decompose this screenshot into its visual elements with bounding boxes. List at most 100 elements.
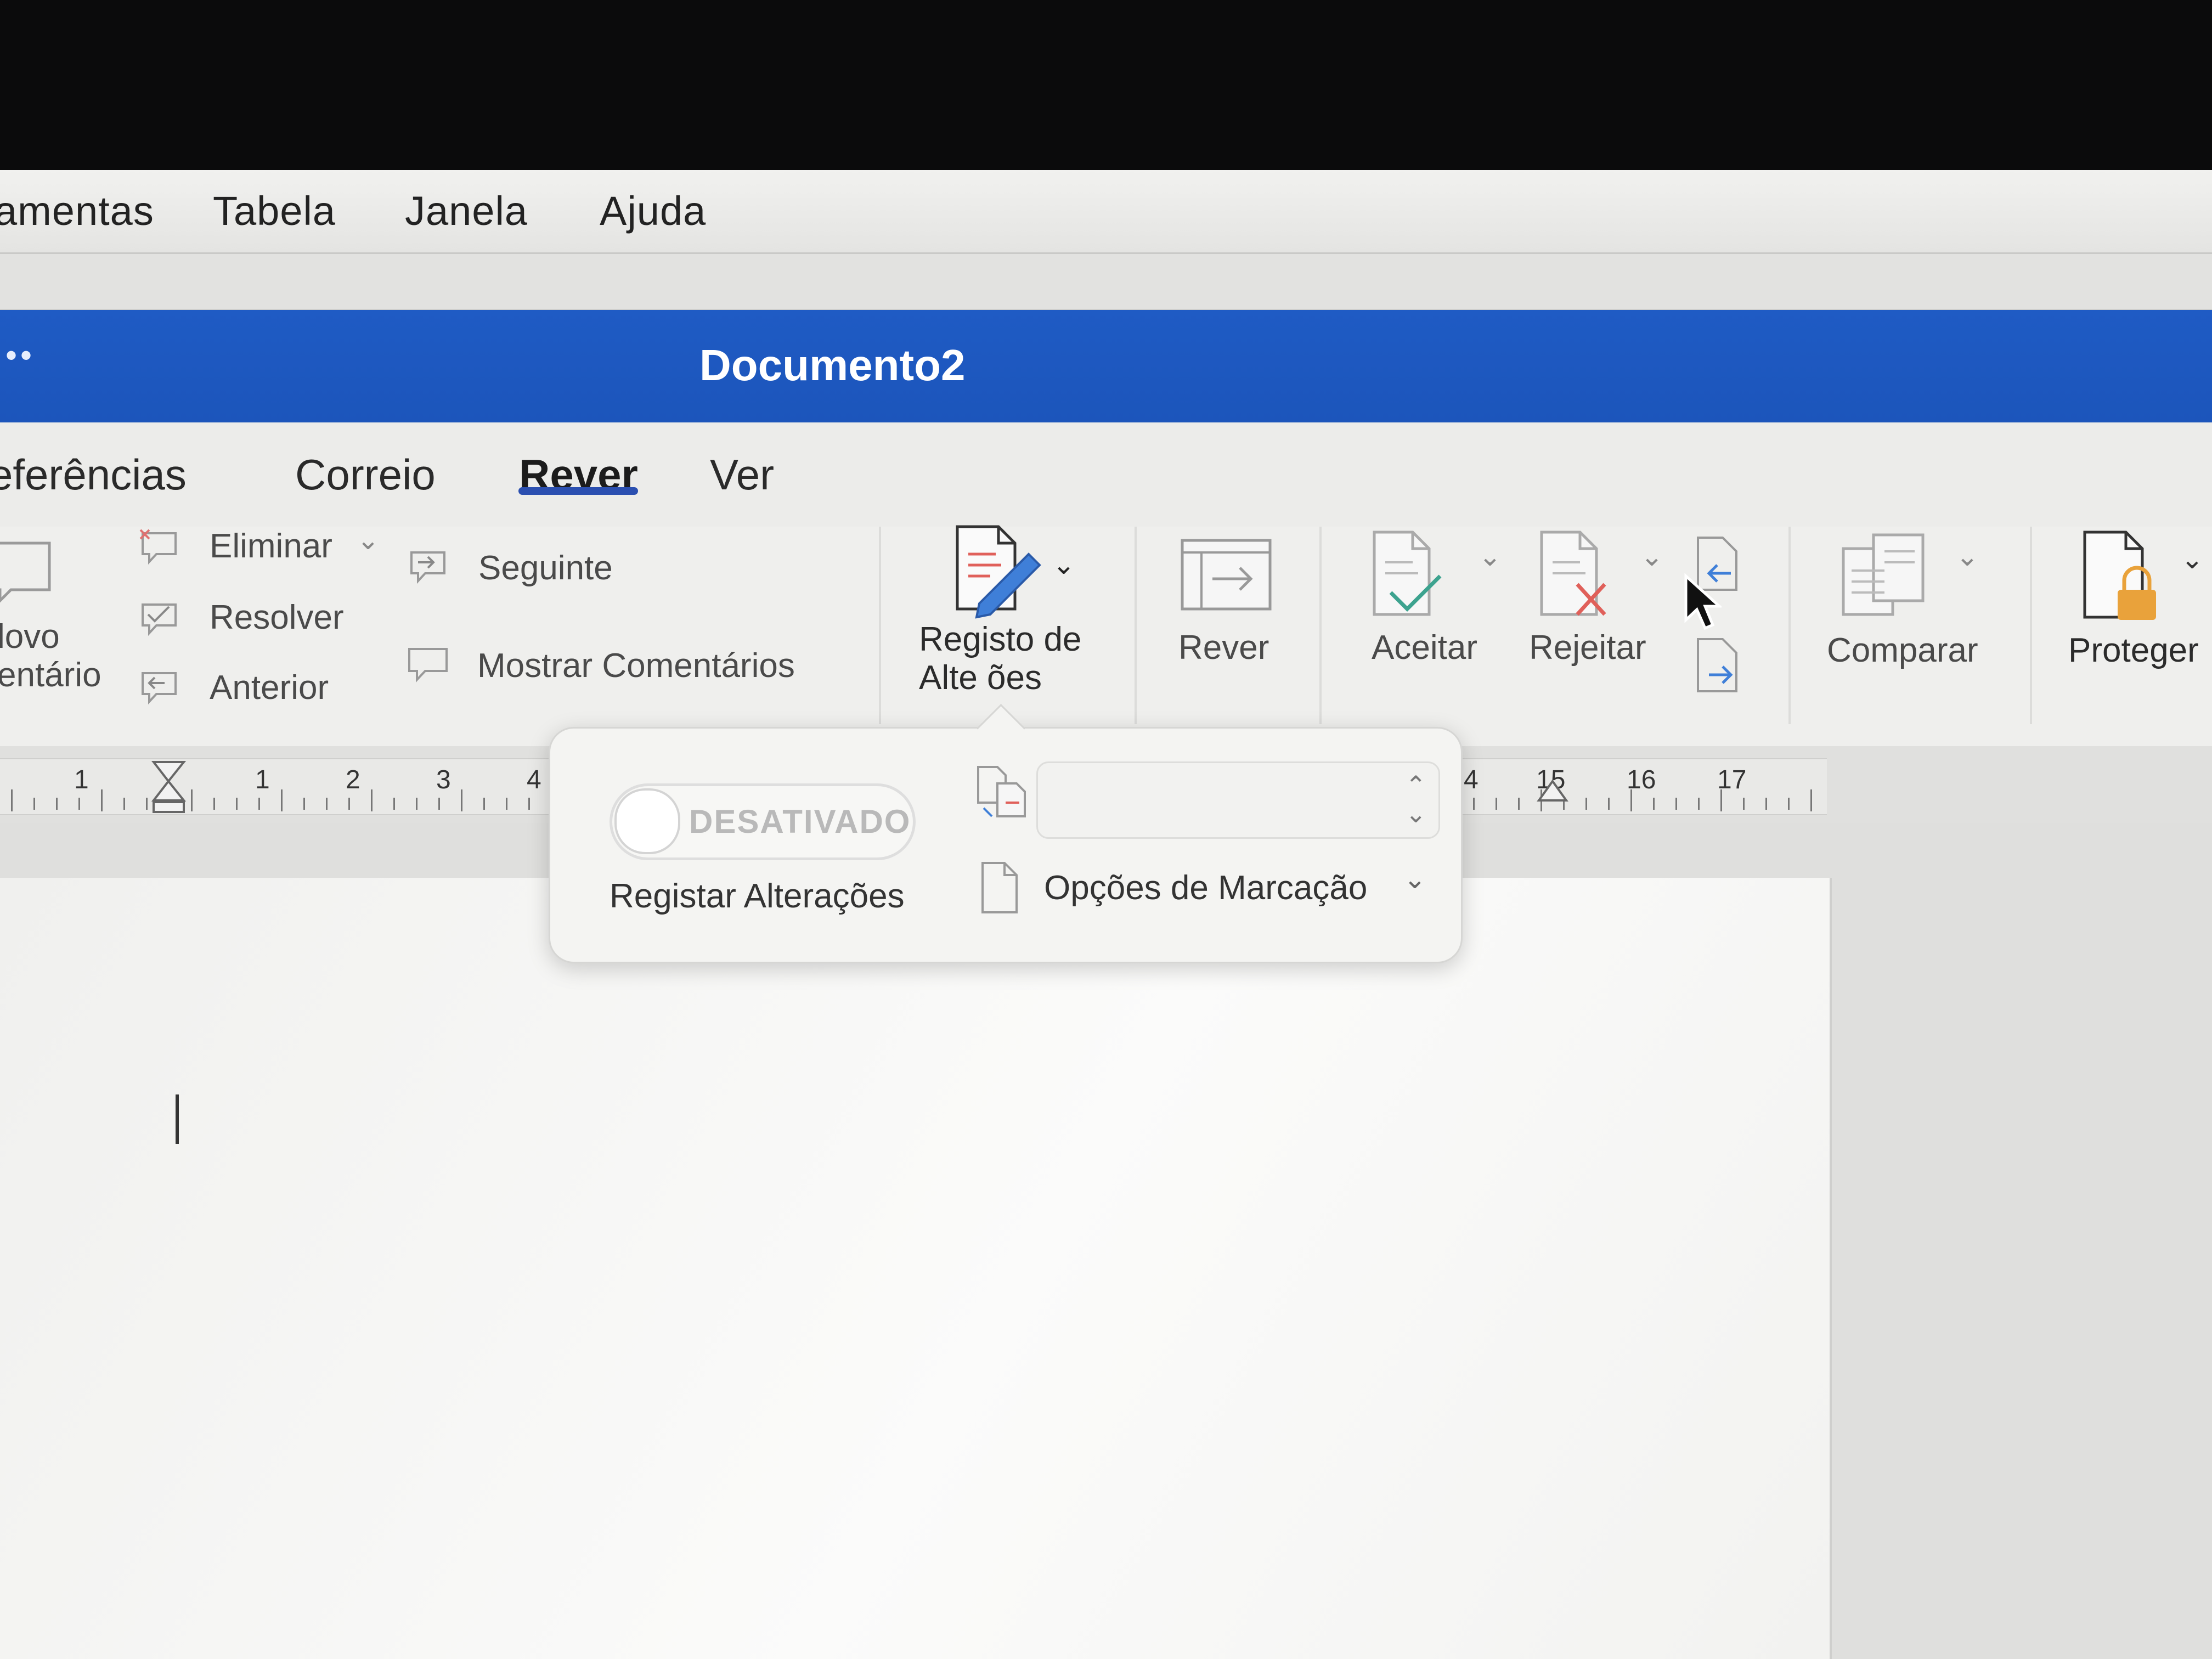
menu-ajuda[interactable]: Ajuda: [600, 188, 706, 234]
new-comment-label-2[interactable]: entário: [0, 656, 101, 695]
ribbon-separator: [2030, 527, 2032, 724]
chevron-down-icon[interactable]: ⌄: [357, 524, 380, 556]
reject-icon[interactable]: [1536, 527, 1624, 625]
ruler-tick: [303, 798, 305, 810]
ruler-tick: [326, 798, 328, 810]
accept-icon[interactable]: [1369, 527, 1457, 625]
toggle-knob: [614, 788, 680, 854]
indent-marker-icon[interactable]: [151, 759, 189, 814]
ruler-tick: [1720, 789, 1722, 811]
document-title: Documento2: [699, 341, 966, 390]
ruler-tick: [1473, 798, 1475, 810]
ruler-number: 4: [1464, 765, 1479, 794]
accept-label[interactable]: Aceitar: [1372, 628, 1477, 667]
track-changes-label-2[interactable]: Alte ões: [919, 658, 1042, 697]
document-page[interactable]: [0, 878, 1832, 1659]
ruler-tick: [1698, 798, 1700, 810]
toggle-state-label: DESATIVADO: [689, 803, 911, 840]
track-changes-popover: DESATIVADO Registar Alterações ⌃ ⌄ Opções…: [549, 703, 1463, 963]
ruler-tick: [348, 798, 350, 810]
next-comment-label[interactable]: Seguinte: [478, 549, 613, 588]
compare-label[interactable]: Comparar: [1827, 631, 1978, 670]
reject-dropdown-icon[interactable]: ⌄: [1640, 540, 1663, 572]
protect-lock-icon[interactable]: [2079, 527, 2167, 625]
resolve-comment-icon[interactable]: [137, 598, 181, 636]
ruler-tick: [78, 798, 80, 810]
ruler-tick: [1608, 798, 1610, 810]
mouse-pointer-icon: [1684, 573, 1722, 630]
next-change-icon[interactable]: [1692, 636, 1747, 697]
menu-bar: amentas Tabela Janela Ajuda: [0, 170, 2212, 254]
previous-comment-icon[interactable]: [137, 667, 181, 705]
tab-correio[interactable]: Correio: [295, 450, 436, 500]
ruler-tick: [236, 798, 238, 810]
ribbon-separator: [1319, 527, 1322, 724]
reject-label[interactable]: Rejeitar: [1529, 628, 1646, 667]
track-changes-icon[interactable]: [946, 521, 1051, 620]
track-changes-label-1[interactable]: Registo de: [919, 620, 1081, 659]
menu-tabela[interactable]: Tabela: [213, 188, 336, 234]
ruler-tick: [438, 798, 440, 810]
review-pane-icon[interactable]: [1180, 535, 1273, 612]
show-comments-label[interactable]: Mostrar Comentários: [477, 646, 795, 685]
ruler-tick: [1788, 798, 1790, 810]
tab-ver[interactable]: Ver: [710, 450, 774, 500]
ruler-tick: [213, 798, 215, 810]
menu-janela[interactable]: Janela: [405, 188, 528, 234]
protect-label[interactable]: Proteger: [2068, 631, 2199, 670]
ruler-tick: [1810, 789, 1812, 811]
ruler-tick: [1630, 789, 1632, 811]
ruler-number: 1: [74, 765, 89, 794]
menu-ferramentas[interactable]: amentas: [0, 188, 154, 234]
ruler-number: 1: [255, 765, 270, 794]
ruler-number: 2: [346, 765, 360, 794]
track-changes-dropdown-icon[interactable]: ⌄: [1052, 549, 1075, 580]
title-bar: •• Documento2: [0, 310, 2212, 422]
resolve-comment-label[interactable]: Resolver: [210, 598, 344, 637]
ruler-number: 4: [527, 765, 541, 794]
ruler-tick: [393, 798, 395, 810]
ruler-tick: [191, 789, 193, 811]
previous-comment-label[interactable]: Anterior: [210, 668, 329, 707]
ruler-tick: [33, 798, 35, 810]
compare-dropdown-icon[interactable]: ⌄: [1956, 540, 1979, 572]
ribbon-tabs: eferências Correio Rever Ver: [0, 422, 2212, 527]
window-controls-icon[interactable]: ••: [5, 336, 35, 374]
delete-comment-icon[interactable]: [137, 527, 181, 565]
tab-referencias[interactable]: eferências: [0, 450, 187, 500]
ruler-tick: [1585, 798, 1587, 810]
protect-dropdown-icon[interactable]: ⌄: [2181, 543, 2204, 575]
review-pane-label[interactable]: Rever: [1178, 628, 1269, 667]
ruler-tick: [101, 789, 103, 811]
show-comments-icon[interactable]: [406, 645, 450, 683]
ruler-tick: [416, 798, 417, 810]
chevron-down-icon[interactable]: ⌄: [1403, 863, 1426, 895]
next-comment-icon[interactable]: [406, 546, 450, 584]
stepper-arrows-icon[interactable]: ⌃ ⌄: [1405, 771, 1426, 828]
track-changes-caption: Registar Alterações: [610, 877, 905, 915]
ruler-tick: [1653, 798, 1655, 810]
ruler-tick: [528, 798, 530, 810]
ribbon-separator: [1135, 527, 1137, 724]
compare-icon[interactable]: [1841, 532, 1928, 620]
ruler-tick: [56, 798, 58, 810]
active-tab-indicator: [518, 487, 638, 495]
ribbon-separator: [879, 527, 881, 724]
new-comment-icon[interactable]: [0, 538, 71, 603]
ruler-tick: [258, 798, 260, 810]
markup-view-icon: [977, 766, 1026, 817]
track-changes-toggle[interactable]: DESATIVADO: [610, 783, 916, 860]
markup-view-select[interactable]: ⌃ ⌄: [1036, 761, 1440, 839]
ruler-tick: [1518, 798, 1520, 810]
right-indent-marker-icon[interactable]: [1536, 770, 1569, 814]
ribbon: lovo entário Eliminar ⌄ Resolver Anterio…: [0, 524, 2212, 746]
ruler-tick: [123, 798, 125, 810]
accept-dropdown-icon[interactable]: ⌄: [1479, 540, 1502, 572]
markup-options-button[interactable]: Opções de Marcação: [1044, 868, 1367, 907]
ribbon-separator: [1788, 527, 1791, 724]
ruler-number: 3: [436, 765, 451, 794]
delete-comment-label[interactable]: Eliminar: [210, 527, 332, 566]
ruler-tick: [11, 789, 13, 811]
new-comment-label-1[interactable]: lovo: [0, 617, 60, 656]
screen: amentas Tabela Janela Ajuda •• Documento…: [0, 170, 2212, 1659]
